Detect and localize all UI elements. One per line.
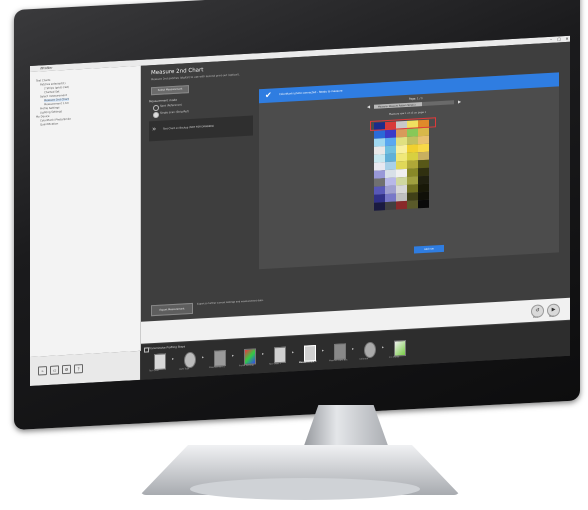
- light-box-icon: [334, 343, 346, 361]
- light-icon: [184, 351, 196, 369]
- color-patch: [385, 201, 396, 211]
- workflow-step-label: Measurement 2: [299, 360, 317, 364]
- color-patch: [396, 200, 407, 210]
- page-next-icon[interactable]: ▶: [458, 99, 461, 104]
- connect-icon[interactable]: ⌁: [38, 366, 47, 376]
- color-patch: [374, 202, 385, 211]
- check-icon: ✔: [265, 90, 272, 100]
- arrow-icon: ▸: [352, 345, 355, 351]
- sidebar-toolbar: ⌁ ▭ ⚙ ?: [30, 350, 140, 386]
- workflow-step-label: Measurement 1: [209, 366, 225, 369]
- spot-radio-label: Spot (Reference): [160, 103, 182, 108]
- workflow-step-label: Profile Settings: [239, 364, 255, 368]
- select-measurement-button[interactable]: Select Measurement: [151, 85, 189, 96]
- gear-icon: [364, 341, 376, 359]
- sidebar: Test Charts Patches selected(1) 2 Strips…: [30, 65, 141, 358]
- profile-settings-icon: [244, 348, 256, 366]
- next-label: Next: [549, 315, 554, 318]
- back-label: Back: [533, 316, 538, 319]
- workflow-step-label: Measure Light Box: [329, 359, 348, 363]
- arrow-icon: ▸: [292, 349, 295, 355]
- chevrons-icon: »: [152, 124, 157, 134]
- workflow-step-label: Test Chart 2: [269, 362, 281, 366]
- arrow-icon: ▸: [322, 347, 325, 353]
- measurement-mode-panel: Measurement mode Spot (Reference) Single…: [149, 94, 253, 220]
- workflow-step[interactable]: Light Type: [179, 351, 199, 373]
- arrow-icon: ▸: [202, 354, 205, 360]
- workflow-step-label: Calibrate: [359, 358, 369, 361]
- test-chart-icon: [154, 353, 166, 371]
- workflow-step[interactable]: Profile Settings: [239, 348, 259, 369]
- workflow-step[interactable]: Test Chart 2: [269, 346, 289, 368]
- status-text: ColorMunki photo connected - Ready to me…: [279, 89, 343, 97]
- tree-item[interactable]: Lighting Settings: [40, 110, 62, 114]
- add-row-button[interactable]: Add row: [414, 244, 444, 254]
- page-bar[interactable]: Measure: Measure Pattern Strip(1): [374, 100, 454, 109]
- workflow-step-label: Light Type: [179, 368, 190, 371]
- workflow-step[interactable]: Measure Light Box: [329, 343, 349, 364]
- screen: ifProfiler – ▢ ✕ Test Charts Patches sel…: [30, 35, 570, 386]
- monitor-stand-foot: [190, 478, 420, 500]
- color-patch-grid: [374, 119, 429, 211]
- window-title: ifProfiler: [40, 65, 53, 71]
- workflow-step-label: ICC Profile: [389, 356, 400, 359]
- export-measurement-button[interactable]: Export Measurement: [151, 302, 193, 317]
- workflow-step-active[interactable]: Measurement 2: [299, 345, 319, 366]
- workflow-step[interactable]: Test Chart: [149, 353, 169, 374]
- color-patch: [407, 200, 418, 209]
- workflow-step[interactable]: ICC Profile: [389, 339, 409, 361]
- arrow-icon: ▸: [172, 355, 175, 362]
- hint-text: Test Chart on Backup (NOT FOR DRAWING): [163, 124, 215, 131]
- workflow-title: Transmissive Profiling Steps: [149, 345, 186, 351]
- workflow-step[interactable]: Measurement 1: [209, 350, 229, 371]
- page-prev-icon[interactable]: ◀: [367, 104, 370, 109]
- workflow-step[interactable]: Calibrate: [359, 341, 379, 362]
- measure-device-icon: [214, 350, 226, 367]
- test-chart-2-icon: [274, 346, 286, 364]
- arrow-icon: ▸: [232, 352, 235, 358]
- scan-radio-label: Single scan (Strip/Ref): [160, 110, 189, 115]
- icc-profile-icon: [394, 339, 406, 357]
- page-label: Page: 1 / 1: [409, 97, 423, 101]
- measure-row-text: Measure row 1 of 15 on page 1: [389, 110, 427, 116]
- workflow-step-label: Test Chart: [149, 369, 160, 373]
- color-patch: [418, 199, 429, 209]
- measurement-mode-title: Measurement mode: [149, 97, 178, 104]
- measurement-panel: ✔ ColorMunki photo connected - Ready to …: [259, 72, 559, 270]
- gear-icon[interactable]: ⚙: [62, 364, 71, 375]
- help-icon[interactable]: ?: [74, 364, 83, 374]
- scan-radio[interactable]: [153, 111, 159, 119]
- arrow-icon: ▸: [262, 350, 265, 357]
- spot-radio[interactable]: [153, 104, 159, 112]
- export-note: Export to further current settings and m…: [197, 298, 264, 306]
- hint-box: » Test Chart on Backup (NOT FOR DRAWING): [149, 115, 253, 142]
- folder-icon[interactable]: ▭: [50, 365, 59, 375]
- arrow-icon: ▸: [382, 344, 385, 350]
- measure-device-icon: [304, 345, 316, 362]
- page: ifProfiler – ▢ ✕ Test Charts Patches sel…: [0, 0, 588, 510]
- color-chart: [370, 117, 436, 214]
- tree-item[interactable]: Quantification: [40, 122, 58, 126]
